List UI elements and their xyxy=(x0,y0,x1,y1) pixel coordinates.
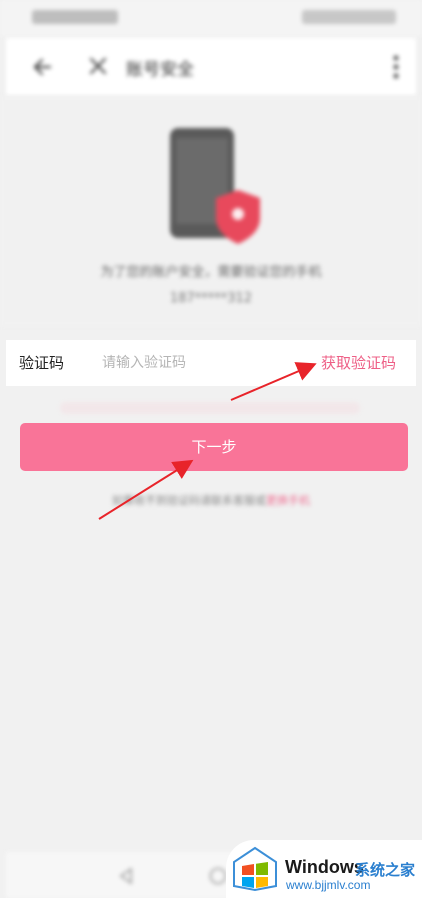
help-note-text: 如果收不到验证码请联系客服或 xyxy=(112,494,266,507)
status-right-icons xyxy=(302,10,396,24)
phone-shield-icon xyxy=(170,128,260,244)
close-icon[interactable] xyxy=(86,54,110,78)
system-back-icon[interactable] xyxy=(116,866,136,886)
windows-logo-icon xyxy=(233,846,277,892)
watermark-url: www.bjjmlv.com xyxy=(286,878,371,892)
verification-code-label: 验证码 xyxy=(19,354,65,372)
more-vertical-icon[interactable] xyxy=(386,52,406,82)
help-note: 如果收不到验证码请联系客服或更换手机 xyxy=(0,492,422,508)
back-arrow-icon[interactable] xyxy=(30,54,56,80)
change-phone-link[interactable]: 更换手机 xyxy=(266,494,310,507)
top-nav-bar: 账号安全 xyxy=(6,38,416,96)
verification-code-row: 验证码 获取验证码 xyxy=(6,340,416,386)
security-info-text: 为了您的账户安全，需要验证您的手机 xyxy=(100,265,322,280)
verification-code-input[interactable] xyxy=(102,348,292,378)
faded-hint-bar xyxy=(60,402,360,414)
watermark-brand-cn: 系统之家 xyxy=(355,861,416,879)
status-left-icons xyxy=(32,10,118,24)
system-home-icon[interactable] xyxy=(208,866,228,886)
next-step-button[interactable]: 下一步 xyxy=(20,423,408,471)
security-header: 为了您的账户安全，需要验证您的手机 187*****312 xyxy=(0,96,422,326)
status-bar xyxy=(0,0,422,36)
get-code-button[interactable]: 获取验证码 xyxy=(321,352,396,373)
watermark-brand: Windows xyxy=(285,857,364,877)
masked-phone-number: 187*****312 xyxy=(169,291,253,306)
page-title: 账号安全 xyxy=(126,60,194,80)
